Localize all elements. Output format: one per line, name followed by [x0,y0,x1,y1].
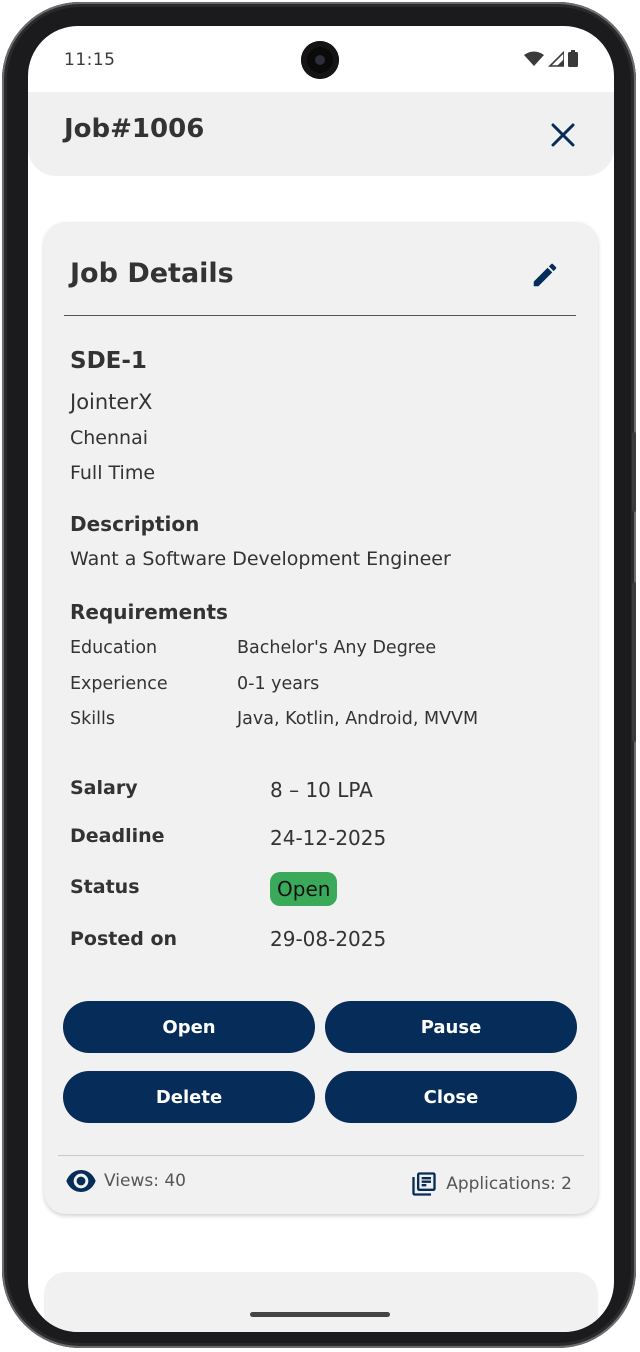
job-title: SDE-1 [70,348,147,374]
requirement-label: Experience [70,674,168,694]
edit-icon[interactable] [530,260,560,290]
close-job-button[interactable]: Close [325,1071,577,1123]
battery-icon [568,50,578,67]
requirement-label: Skills [70,709,115,729]
next-job-card[interactable] [44,1272,598,1332]
job-type: Full Time [70,462,156,484]
app-bar: Job#1006 [28,92,614,176]
status-bar: 11:15 [28,26,614,92]
deadline-value: 24-12-2025 [270,826,387,850]
header-divider [64,315,576,316]
status-label: Status [70,876,140,898]
gesture-nav-handle[interactable] [250,1312,390,1317]
description-text: Want a Software Development Engineer [70,548,451,570]
job-details-card: Job Details SDE-1 JointerX Chennai Full … [44,222,598,1214]
signal-icon [548,50,564,67]
applications-count: Applications: 2 [410,1170,572,1198]
salary-value: 8 – 10 LPA [270,778,373,802]
side-button [632,432,636,512]
company-name: JointerX [70,390,153,414]
front-camera [301,41,339,79]
list-icon [412,1172,436,1196]
open-button[interactable]: Open [63,1001,315,1053]
pause-button[interactable]: Pause [325,1001,577,1053]
eye-icon [66,1170,96,1192]
card-title: Job Details [70,258,234,289]
status-badge: Open [270,872,338,906]
deadline-label: Deadline [70,825,165,847]
views-count: Views: 40 [66,1170,186,1192]
requirement-value: Java, Kotlin, Android, MVVM [237,709,479,729]
wifi-icon [524,51,544,66]
salary-label: Salary [70,777,138,799]
phone-frame: 11:15 Job#1006 Job Details SDE-1 Jointer… [2,2,636,1348]
side-button [632,582,636,742]
footer-divider [58,1155,584,1156]
screen: 11:15 Job#1006 Job Details SDE-1 Jointer… [28,26,614,1332]
posted-on-label: Posted on [70,928,178,950]
status-time: 11:15 [64,50,116,70]
status-icons [524,50,578,67]
description-heading: Description [70,512,200,536]
views-text: Views: 40 [104,1171,186,1191]
job-location: Chennai [70,427,149,449]
delete-button[interactable]: Delete [63,1071,315,1123]
requirement-label: Education [70,638,158,658]
applications-text: Applications: 2 [446,1174,572,1194]
requirement-value: 0-1 years [237,674,320,694]
page-title: Job#1006 [64,114,205,144]
close-icon[interactable] [548,120,578,150]
requirement-value: Bachelor's Any Degree [237,638,437,658]
posted-on-value: 29-08-2025 [270,927,387,951]
requirements-heading: Requirements [70,600,228,624]
